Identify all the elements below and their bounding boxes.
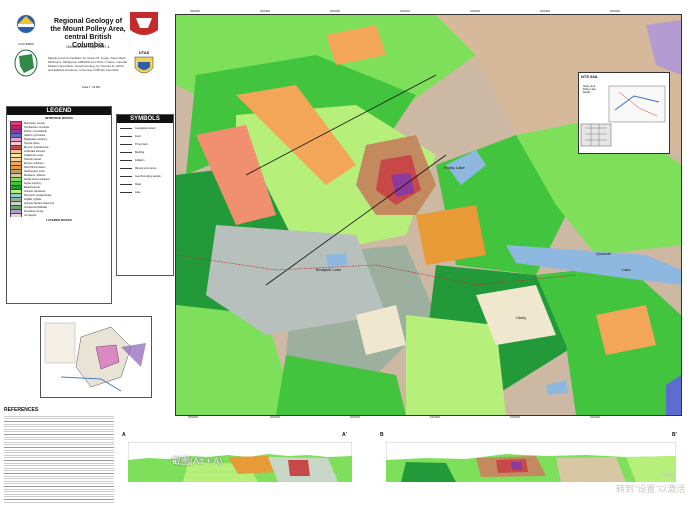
- symbol-item: Thrust fault: [120, 141, 170, 149]
- tick-top-7: 625000: [610, 9, 621, 13]
- symbol-item: Road: [120, 181, 170, 189]
- symbol-line-icon: [120, 159, 132, 161]
- map-label-bootjack: Bootjack Lake: [316, 267, 342, 272]
- activate-windows-text: 转到"设置"以激活: [616, 484, 686, 494]
- map-label-polley-lake: Polley Lake: [444, 165, 465, 170]
- legend-heading: LEGEND: [7, 107, 111, 115]
- utas-crest-icon: [134, 56, 154, 78]
- symbol-item: Bedding: [120, 149, 170, 157]
- symbol-item-label: Foliation: [135, 159, 145, 162]
- map-credits: Mapping and Compilation by James M. Loga…: [48, 56, 127, 72]
- section-a-prime-label: A': [342, 432, 347, 438]
- regional-inset-map: [40, 316, 152, 398]
- screenshot-hint: 截图(Alt + A): [172, 456, 223, 466]
- symbol-item: Geochronology sample: [120, 173, 170, 181]
- tick-top-6: 620000: [540, 9, 551, 13]
- symbol-line-icon: [120, 135, 132, 137]
- legend-layered-heading: LAYERED ROCKS: [46, 218, 72, 222]
- tick-bottom-4: 610000: [430, 415, 441, 419]
- legend-panel: LEGEND INTRUSIVE ROCKS Monzonite, syenit…: [6, 106, 112, 304]
- symbol-line-icon: [120, 175, 132, 177]
- symbols-panel: SYMBOLS Geological contact Fault Thrust fa…: [116, 114, 174, 276]
- symbol-item: Foliation: [120, 157, 170, 165]
- org-left-label: COLUMBIA: [18, 42, 34, 46]
- map-subtitle: Geoscience Map 2007-1: [66, 44, 110, 49]
- tick-top-4: 610000: [400, 9, 411, 13]
- symbol-item-label: Road: [135, 183, 141, 186]
- tick-top-3: 605000: [330, 9, 341, 13]
- references-heading: REFERENCES: [4, 407, 39, 413]
- bc-province-icon: [12, 48, 40, 78]
- map-label-lake: Lake: [622, 267, 631, 272]
- symbol-items: Geological contact Fault Thrust fault Beddi…: [117, 123, 173, 199]
- tick-bottom-5: 615000: [510, 415, 521, 419]
- legend-item: Unmapped: [10, 213, 108, 217]
- tick-bottom-3: 605000: [350, 415, 361, 419]
- symbol-line-icon: [120, 191, 132, 193]
- symbol-line-icon: [120, 167, 132, 169]
- tick-bottom-1: 595000: [188, 415, 199, 419]
- symbol-item: Lake: [120, 189, 170, 197]
- inset-title: NTS 93A: [581, 74, 598, 79]
- section-b-prime-label: B': [672, 432, 677, 438]
- map-label-likely: Likely: [516, 315, 527, 320]
- symbol-item: Mineral occurrence: [120, 165, 170, 173]
- map-label-quesnel: Quesnel: [596, 251, 611, 256]
- legend-swatch: [10, 213, 22, 217]
- tick-top-2: 600000: [260, 9, 271, 13]
- tick-top-1: 595000: [190, 9, 201, 13]
- symbol-item-label: Lake: [135, 191, 141, 194]
- location-inset: NTS 93A Study area Polley Lake Roads: [578, 72, 670, 154]
- tick-top-5: 615000: [470, 9, 481, 13]
- bc-logo: [8, 12, 44, 42]
- section-b-label: B: [380, 432, 384, 438]
- corner-watermark: ndc: [662, 470, 675, 479]
- symbol-line-icon: [120, 183, 132, 185]
- references-panel: REFERENCES: [4, 407, 114, 507]
- inset-legend-item: Roads: [583, 91, 591, 94]
- symbol-line-icon: [120, 151, 132, 153]
- symbols-heading: SYMBOLS: [117, 115, 173, 123]
- symbol-item: Fault: [120, 133, 170, 141]
- cross-section-b: B B' 转到"设置"以激活 ndc: [376, 432, 686, 506]
- symbol-item-label: Geochronology sample: [135, 175, 161, 178]
- symbol-line-icon: [120, 127, 132, 129]
- legend-items: Monzonite, syenite Hornblende monzonite Di…: [7, 120, 111, 218]
- symbol-line-icon: [120, 143, 132, 145]
- utas-logo: [128, 10, 160, 50]
- legend-item-label: Unmapped: [24, 214, 37, 217]
- cross-section-a: A A' 截图(Alt + A): [118, 432, 358, 506]
- tick-bottom-6: 620000: [590, 415, 601, 419]
- symbol-item: Geological contact: [120, 125, 170, 133]
- inset-legend: Study area Polley Lake Roads: [583, 85, 596, 94]
- scale-text: Scale 1 : 50 000: [82, 86, 101, 89]
- org-right-label: UTAS: [138, 50, 150, 55]
- symbol-item-label: Fault: [135, 135, 141, 138]
- symbol-item-label: Thrust fault: [135, 143, 148, 146]
- symbol-item-label: Bedding: [135, 151, 145, 154]
- tick-bottom-2: 600000: [270, 415, 281, 419]
- references-text-block: [4, 414, 114, 504]
- symbol-item-label: Geological contact: [135, 127, 156, 130]
- section-a-label: A: [122, 432, 126, 438]
- symbol-item-label: Mineral occurrence: [135, 167, 157, 170]
